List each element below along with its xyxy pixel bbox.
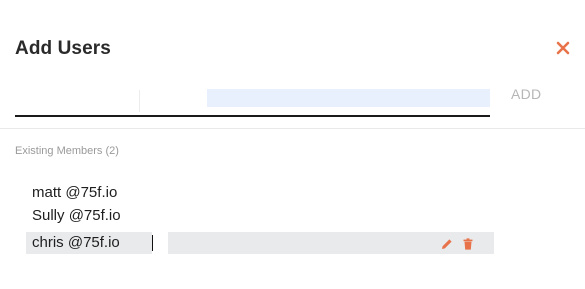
section-divider — [0, 128, 585, 129]
row-actions — [441, 237, 474, 250]
member-domain: @75f.io — [67, 234, 120, 251]
trash-icon[interactable] — [462, 237, 474, 250]
member-name: matt — [32, 184, 62, 201]
member-domain: @75f.io — [65, 184, 118, 201]
member-name: Sully — [32, 207, 65, 224]
input-underline — [15, 115, 490, 117]
member-name: chris — [32, 234, 64, 251]
row-mask — [152, 232, 168, 254]
member-domain: @75f.io — [68, 207, 121, 224]
member-row-matt[interactable]: matt @75f.io — [24, 182, 494, 204]
member-email-editing[interactable]: chris @75f.io — [32, 234, 120, 251]
member-email: Sully @75f.io — [32, 207, 121, 224]
add-user-input[interactable] — [15, 85, 494, 117]
existing-members-heading: Existing Members (2) — [15, 145, 119, 157]
close-icon[interactable] — [555, 40, 571, 56]
member-row-chris[interactable]: chris @75f.io — [24, 232, 494, 254]
add-user-input-area — [15, 85, 494, 117]
text-caret — [152, 235, 153, 251]
row-mask — [24, 232, 26, 254]
member-email: matt @75f.io — [32, 184, 117, 201]
member-row-sully[interactable]: Sully @75f.io — [24, 205, 494, 227]
pencil-icon[interactable] — [441, 237, 453, 249]
add-button[interactable]: ADD — [511, 86, 541, 102]
dialog-title: Add Users — [15, 38, 111, 59]
